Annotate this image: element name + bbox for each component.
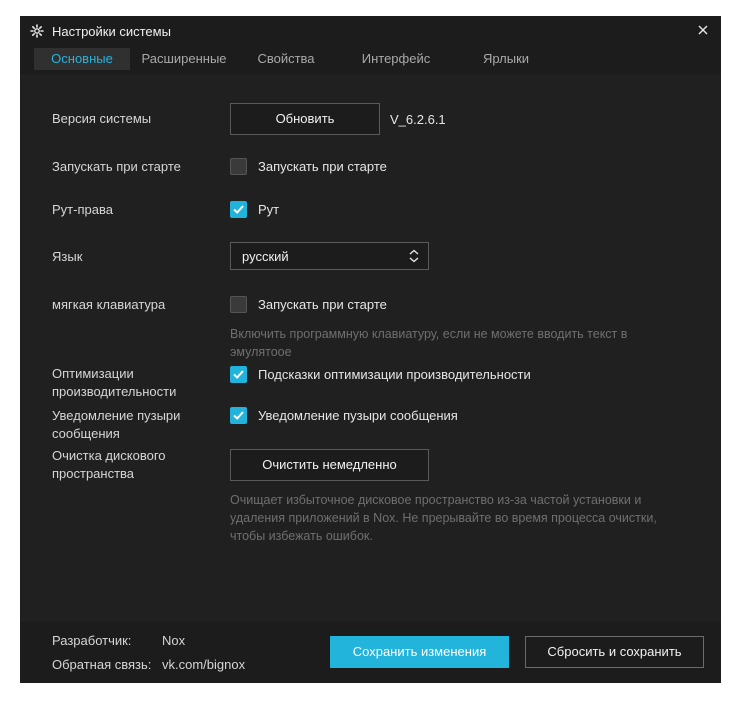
gear-icon <box>30 24 44 38</box>
bubbles-checkbox[interactable] <box>230 407 247 424</box>
settings-window: Настройки системы Основные Расширенные С… <box>20 16 721 683</box>
root-label: Рут-права <box>52 202 113 217</box>
performance-checkbox-label: Подсказки оптимизации производительности <box>258 367 531 382</box>
tab-interface[interactable]: Интерфейс <box>346 48 446 70</box>
soft-keyboard-checkbox-label: Запускать при старте <box>258 297 387 312</box>
check-icon <box>233 205 244 214</box>
autostart-checkbox-label: Запускать при старте <box>258 159 387 174</box>
tab-general[interactable]: Основные <box>34 48 130 70</box>
performance-label: Оптимизации производительности <box>52 366 177 399</box>
system-version-label: Версия системы <box>52 111 152 126</box>
developer-label: Разработчик: <box>52 633 132 648</box>
tab-advanced[interactable]: Расширенные <box>136 48 232 70</box>
update-button[interactable]: Обновить <box>230 103 380 135</box>
clean-now-button[interactable]: Очистить немедленно <box>230 449 429 481</box>
settings-panel: Версия системы Обновить V_6.2.6.1 Запуск… <box>20 74 721 622</box>
title-bar: Настройки системы <box>20 16 721 46</box>
soft-keyboard-hint: Включить программную клавиатуру, если не… <box>230 327 628 359</box>
check-icon <box>233 370 244 379</box>
disk-cleanup-label: Очистка дискового пространства <box>52 448 166 481</box>
bubbles-label: Уведомление пузыри сообщения <box>52 408 181 441</box>
language-label: Язык <box>52 249 83 264</box>
updown-chevron-icon <box>408 249 420 268</box>
window-title: Настройки системы <box>52 24 171 39</box>
footer: Разработчик: Nox Обратная связь: vk.com/… <box>20 622 721 683</box>
save-changes-button[interactable]: Сохранить изменения <box>330 636 509 668</box>
autostart-label: Запускать при старте <box>52 159 181 174</box>
check-icon <box>233 411 244 420</box>
soft-keyboard-label: мягкая клавиатура <box>52 297 166 312</box>
autostart-checkbox[interactable] <box>230 158 247 175</box>
feedback-label: Обратная связь: <box>52 657 152 672</box>
bubbles-checkbox-label: Уведомление пузыри сообщения <box>258 408 458 423</box>
performance-checkbox[interactable] <box>230 366 247 383</box>
tab-shortcuts[interactable]: Ярлыки <box>458 48 554 70</box>
close-icon[interactable] <box>695 22 711 38</box>
soft-keyboard-checkbox[interactable] <box>230 296 247 313</box>
feedback-link[interactable]: vk.com/bignox <box>162 657 245 672</box>
root-checkbox[interactable] <box>230 201 247 218</box>
version-value: V_6.2.6.1 <box>390 112 446 127</box>
language-select-value: русский <box>242 249 289 264</box>
language-select[interactable]: русский <box>230 242 429 270</box>
disk-cleanup-hint: Очищает избыточное дисковое пространство… <box>230 493 657 543</box>
developer-value: Nox <box>162 633 186 648</box>
tab-properties[interactable]: Свойства <box>242 48 330 70</box>
reset-and-save-button[interactable]: Сбросить и сохранить <box>525 636 704 668</box>
root-checkbox-label: Рут <box>258 202 280 217</box>
